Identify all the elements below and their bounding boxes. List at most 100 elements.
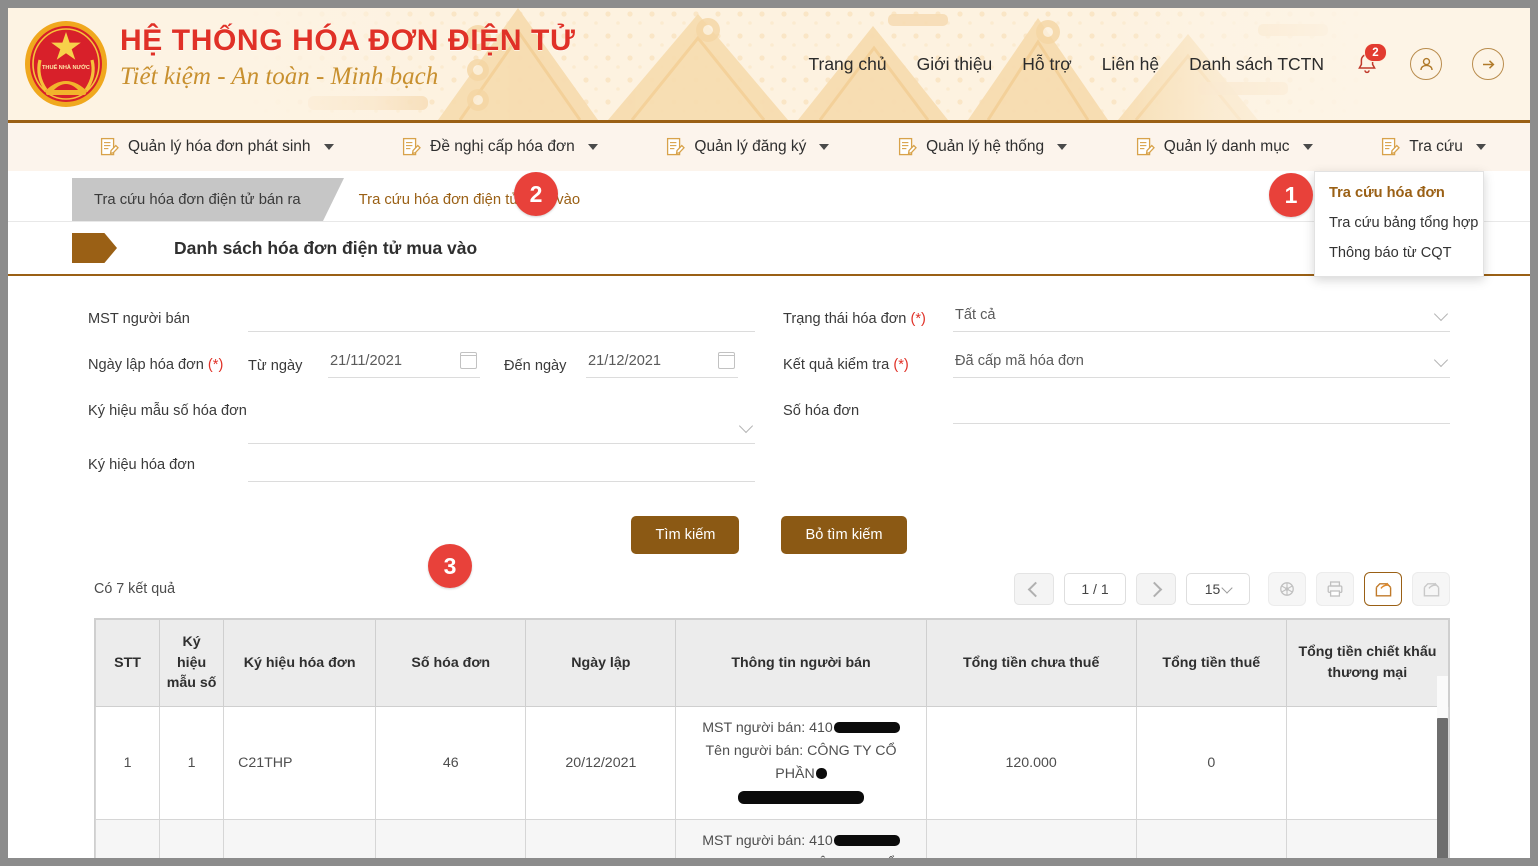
cell-ngay-lap: 19/12/2021: [525, 818, 677, 858]
nav-label: Đề nghị cấp hóa đơn: [430, 138, 575, 155]
seller-name-prefix: Tên người bán:: [705, 742, 804, 759]
field-row-ngay-lap-hoa-don: Ngày lập hóa đơn (*) Từ ngày Đến ngày: [88, 344, 755, 390]
logout-button[interactable]: [1472, 48, 1504, 80]
topnav-item-home[interactable]: Trang chủ: [808, 54, 886, 75]
column-header-ky-hieu-mau-so: Ký hiệu mẫu số: [159, 619, 225, 707]
tab-hoa-don-mua-vao[interactable]: Tra cứu hóa đơn điện tử mua vào: [323, 178, 602, 221]
page-title-bar: Danh sách hóa đơn điện tử mua vào: [8, 222, 1530, 276]
refresh-button[interactable]: [1268, 572, 1306, 606]
seller-name-line-2: [686, 786, 915, 809]
dropdown-item-tra-cuu-bang-tong-hop[interactable]: Tra cứu bảng tổng hợp: [1315, 208, 1483, 238]
results-count-label: Có 7 kết quả: [94, 581, 176, 597]
chevron-down-icon: [819, 144, 830, 150]
prev-page-button[interactable]: [1014, 573, 1054, 605]
column-header-tong-tien-chiet-khau: Tổng tiền chiết khấu thương mại: [1285, 619, 1450, 707]
cell-ky-hieu-mau-so: 1: [159, 818, 225, 858]
cell-tong-tien-thue: 0: [1135, 705, 1287, 820]
site-title: HỆ THỐNG HÓA ĐƠN ĐIỆN TỬ: [120, 24, 576, 57]
so-hoa-don-input[interactable]: [953, 390, 1450, 424]
nav-item-quan-ly-dang-ky[interactable]: Quản lý đăng ký: [662, 137, 833, 157]
user-account-icon: [1419, 57, 1433, 70]
topnav-item-about[interactable]: Giới thiệu: [917, 54, 993, 75]
required-marker: (*): [207, 357, 224, 373]
chevron-down-icon: [1475, 144, 1486, 150]
column-header-tong-tien-thue: Tổng tiền thuế: [1135, 619, 1287, 707]
invoice-pen-icon: [1382, 137, 1401, 156]
topnav-item-contact[interactable]: Liên hệ: [1102, 54, 1159, 75]
nav-label: Quản lý đăng ký: [694, 138, 807, 155]
den-ngay-field: [586, 344, 738, 378]
tu-ngay-input[interactable]: [328, 344, 480, 378]
trang-thai-hoa-don-select[interactable]: [953, 298, 1450, 332]
cell-thong-tin-nguoi-ban: MST người bán: 410 Tên người bán: CÔNG T…: [675, 818, 927, 858]
export-excel-icon: [1423, 582, 1439, 596]
site-header-banner: THUẾ NHÀ NƯỚC HỆ THỐNG HÓA ĐƠN ĐIỆN TỬ T…: [8, 8, 1530, 123]
nav-item-de-nghi-cap-hoa-don[interactable]: Đề nghị cấp hóa đơn: [398, 137, 602, 157]
ky-hieu-mau-so-select[interactable]: [248, 410, 755, 444]
notification-bell-button[interactable]: 2: [1354, 43, 1387, 79]
print-icon: [1327, 581, 1343, 597]
next-page-button[interactable]: [1136, 573, 1176, 605]
clear-search-button[interactable]: Bỏ tìm kiếm: [781, 516, 907, 554]
invoice-pen-icon: [667, 137, 686, 156]
nav-item-quan-ly-danh-muc[interactable]: Quản lý danh mục: [1132, 137, 1317, 157]
page-size-select[interactable]: 15: [1186, 573, 1250, 605]
label-ky-hieu-mau-so-hoa-don: Ký hiệu mẫu số hóa đơn: [88, 403, 247, 419]
topnav-item-tctn-list[interactable]: Danh sách TCTN: [1189, 54, 1324, 75]
seller-mst-prefix: MST người bán:: [702, 719, 806, 736]
den-ngay-input[interactable]: [586, 344, 738, 378]
seller-mst-line: MST người bán: 410: [686, 830, 915, 853]
field-row-mst-nguoi-ban: MST người bán: [88, 298, 755, 344]
invoice-pen-icon: [403, 137, 422, 156]
table-row[interactable]: 1 1 C21THP 46 20/12/2021 MST người bán: …: [94, 705, 1450, 820]
table-row[interactable]: 2 1 C21THP 29 19/12/2021 MST người bán: …: [94, 818, 1450, 858]
export-xml-button[interactable]: [1364, 572, 1402, 606]
tab-hoa-don-ban-ra[interactable]: Tra cứu hóa đơn điện tử bán ra: [72, 178, 344, 221]
seller-mst-value: 410: [809, 832, 833, 849]
cell-tong-tien-chua-thue: 120.000: [925, 818, 1137, 858]
topnav-item-support[interactable]: Hỗ trợ: [1022, 54, 1071, 75]
step-marker-2: 2: [514, 172, 558, 216]
column-header-stt: STT: [94, 619, 161, 707]
seller-name-line: Tên người bán: CÔNG TY CỔ PHẦN: [686, 740, 915, 786]
print-button[interactable]: [1316, 572, 1354, 606]
column-header-ngay-lap: Ngày lập: [525, 619, 677, 707]
svg-text:THUẾ NHÀ NƯỚC: THUẾ NHÀ NƯỚC: [42, 63, 90, 71]
nav-item-tra-cuu[interactable]: Tra cứu: [1377, 137, 1490, 157]
cell-so-hoa-don: 29: [375, 818, 527, 858]
top-navigation: Trang chủ Giới thiệu Hỗ trợ Liên hệ Danh…: [808, 8, 1504, 120]
page-size-value: 15: [1204, 581, 1221, 597]
column-header-tong-tien-chua-thue: Tổng tiền chưa thuế: [925, 619, 1137, 707]
mst-nguoi-ban-input[interactable]: [248, 298, 755, 332]
ket-qua-kiem-tra-select[interactable]: [953, 344, 1450, 378]
cell-thong-tin-nguoi-ban: MST người bán: 410 Tên người bán: CÔNG T…: [675, 705, 927, 820]
label-tu-ngay: Từ ngày: [248, 357, 303, 374]
export-xml-icon: [1375, 582, 1391, 596]
ky-hieu-hoa-don-input[interactable]: [248, 448, 755, 482]
export-excel-button[interactable]: [1412, 572, 1450, 606]
table-vertical-scrollbar[interactable]: [1437, 676, 1448, 858]
search-button[interactable]: Tìm kiếm: [631, 516, 740, 554]
arrow-marker-icon: [72, 233, 117, 263]
brand-block: HỆ THỐNG HÓA ĐƠN ĐIỆN TỬ Tiết kiệm - An …: [120, 24, 575, 91]
page-title: Danh sách hóa đơn điện tử mua vào: [174, 237, 478, 258]
user-account-button[interactable]: [1410, 48, 1442, 80]
required-marker: (*): [910, 311, 926, 327]
nav-item-quan-ly-hoa-don-phat-sinh[interactable]: Quản lý hóa đơn phát sinh: [96, 137, 338, 157]
cell-ky-hieu-hoa-don: C21THP: [223, 818, 377, 858]
pagination-controls: 1 / 1 15: [1014, 572, 1450, 606]
scrollbar-thumb[interactable]: [1437, 718, 1448, 858]
cell-tong-tien-chua-thue: 120.000: [925, 705, 1137, 820]
redaction-block: [815, 767, 827, 779]
cell-tong-tien-thue: 0: [1135, 818, 1287, 858]
label-so-hoa-don: Số hóa đơn: [783, 403, 860, 419]
cell-tong-tien-chiet-khau: [1285, 705, 1450, 820]
invoice-results-table: STT Ký hiệu mẫu số Ký hiệu hóa đơn Số hó…: [94, 619, 1450, 858]
nav-item-quan-ly-he-thong[interactable]: Quản lý hệ thống: [894, 137, 1071, 157]
table-header-row: STT Ký hiệu mẫu số Ký hiệu hóa đơn Số hó…: [94, 619, 1450, 707]
dropdown-item-tra-cuu-hoa-don[interactable]: Tra cứu hóa đơn: [1315, 178, 1483, 208]
refresh-icon: [1280, 582, 1294, 596]
label-den-ngay: Đến ngày: [504, 357, 567, 374]
seller-mst-line: MST người bán: 410: [686, 717, 915, 740]
dropdown-item-thong-bao-tu-cqt[interactable]: Thông báo từ CQT: [1315, 238, 1483, 268]
